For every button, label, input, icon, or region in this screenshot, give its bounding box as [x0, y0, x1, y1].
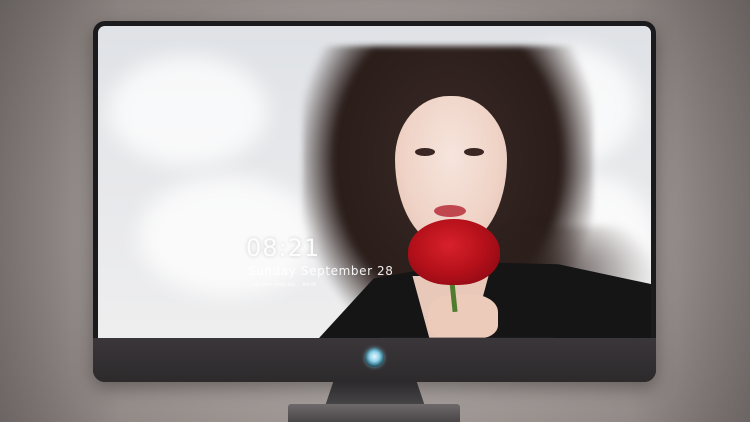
cloud — [108, 56, 268, 166]
lockscreen-quote: ...you once every day ... Ant 8k — [248, 282, 317, 288]
monitor-chin — [93, 338, 656, 382]
lockscreen-clock: 08:21 — [246, 234, 321, 262]
lips — [434, 205, 466, 217]
hand — [428, 294, 498, 338]
logo-icon — [365, 348, 384, 367]
eye-right — [464, 148, 484, 156]
eye-left — [415, 148, 435, 156]
monitor: 08:21 Sunday September 28 ...you once ev… — [93, 21, 656, 382]
red-rose — [408, 219, 500, 285]
screen: 08:21 Sunday September 28 ...you once ev… — [98, 26, 651, 338]
lockscreen-date: Sunday September 28 — [248, 264, 394, 278]
monitor-stand-base — [288, 404, 460, 422]
